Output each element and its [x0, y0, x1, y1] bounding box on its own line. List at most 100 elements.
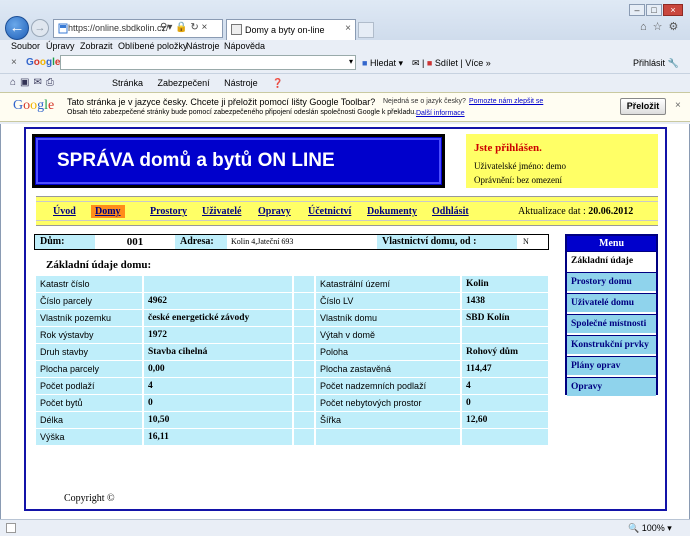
ownership-label: Vlastnictví domu, od :: [377, 235, 517, 249]
side-item-spaces[interactable]: Prostory domu: [567, 272, 656, 291]
close-icon[interactable]: ×: [675, 100, 681, 111]
command-icons[interactable]: ⌂▣✉⎙: [10, 77, 58, 88]
maximize-button[interactable]: □: [646, 4, 662, 16]
translate-button[interactable]: Přeložit: [620, 98, 666, 115]
page-status-icon: [6, 523, 16, 533]
site-title: SPRÁVA domů a bytů ON LINE: [57, 150, 335, 171]
side-item-basic-info[interactable]: Základní údaje: [567, 251, 656, 270]
signin-button[interactable]: Přihlásit 🔧: [633, 58, 679, 69]
google-tools[interactable]: ✉ | ■ Sdílet | Více »: [412, 58, 491, 69]
address-label: Adresa:: [175, 235, 227, 249]
label-cell: Počet nadzemních podlaží: [316, 378, 460, 394]
spacer-cell: [294, 412, 314, 428]
window-controls: – □ ×: [628, 4, 683, 16]
new-tab-button[interactable]: [358, 22, 374, 38]
menu-view[interactable]: Zobrazit: [80, 41, 113, 51]
zoom-level[interactable]: 🔍 100% ▾: [628, 523, 672, 534]
label-cell: Číslo LV: [316, 293, 460, 309]
gear-icon[interactable]: ⚙: [669, 21, 685, 33]
table-row: Počet podlaží 4 Počet nadzemních podlaží 4: [36, 378, 548, 394]
help-improve-link[interactable]: Pomozte nám zlepšit se: [469, 98, 543, 105]
print-icon[interactable]: ⎙: [46, 77, 58, 88]
nav-documents[interactable]: Dokumenty: [367, 206, 417, 217]
home-icon[interactable]: ⌂: [10, 77, 20, 88]
table-row: Počet bytů 0 Počet nebytových prostor 0: [36, 395, 548, 411]
menu-tools-cmd[interactable]: Nástroje: [224, 78, 258, 88]
login-permission: Oprávnění: bez omezení: [474, 175, 562, 185]
menu-help[interactable]: Nápověda: [224, 41, 265, 51]
help-icon[interactable]: ❓: [272, 78, 283, 88]
value-cell: [144, 276, 292, 292]
spacer-cell: [294, 327, 314, 343]
table-row: Číslo parcely 4962 Číslo LV 1438: [36, 293, 548, 309]
address-bar-icons[interactable]: ⚲▾ 🔒 ↻ ×: [160, 22, 207, 33]
tab-title: Domy a byty on-line: [245, 25, 325, 35]
value-cell: české energetické závody: [144, 310, 292, 326]
forward-button[interactable]: →: [31, 19, 49, 37]
browser-tab[interactable]: Domy a byty on-line ×: [226, 19, 356, 40]
google-search-button[interactable]: ■ Hledat ▾: [362, 58, 403, 69]
value-cell: 4962: [144, 293, 292, 309]
ownership-value: N: [523, 237, 529, 246]
close-toolbar-icon[interactable]: ×: [11, 57, 17, 68]
nav-accounting[interactable]: Účetnictví: [308, 206, 351, 217]
mail-icon: ✉: [412, 58, 420, 68]
mail-icon[interactable]: ✉: [34, 77, 46, 88]
chevron-down-icon[interactable]: ▾: [349, 57, 353, 66]
arrow-right-icon: →: [34, 22, 46, 34]
label-cell: Vlastník domu: [316, 310, 460, 326]
menu-file[interactable]: Soubor: [11, 41, 40, 51]
house-info-row: Dům: 001 Adresa: Kolin 4,Jateční 693 Vla…: [34, 234, 549, 250]
close-tab-icon[interactable]: ×: [345, 23, 351, 34]
side-item-common-rooms[interactable]: Společné místnosti: [567, 314, 656, 333]
label-cell: Počet bytů: [36, 395, 142, 411]
label-cell: Výtah v domě: [316, 327, 460, 343]
value-cell: 16,11: [144, 429, 292, 445]
label-cell: Plocha zastavěná: [316, 361, 460, 377]
side-item-repairs[interactable]: Opravy: [567, 377, 656, 396]
feeds-icon[interactable]: ▣: [20, 77, 33, 88]
page-icon: [58, 23, 68, 34]
nav-spaces[interactable]: Prostory: [150, 206, 187, 217]
value-cell: 0: [462, 395, 548, 411]
house-label: Dům:: [35, 235, 95, 249]
label-cell: Poloha: [316, 344, 460, 360]
nav-users[interactable]: Uživatelé: [202, 206, 241, 217]
minimize-button[interactable]: –: [629, 4, 645, 16]
side-item-construction[interactable]: Konstrukční prvky: [567, 335, 656, 354]
menu-security[interactable]: Zabezpečení: [158, 78, 210, 88]
not-czech-link[interactable]: Nejedná se o jazyk česky?: [383, 98, 466, 105]
side-item-repair-plans[interactable]: Plány oprav: [567, 356, 656, 375]
nav-divider: [36, 220, 658, 221]
nav-home[interactable]: Úvod: [53, 206, 76, 217]
google-search-input[interactable]: ▾: [60, 55, 356, 70]
close-window-button[interactable]: ×: [663, 4, 683, 16]
google-logo: Google: [13, 98, 55, 113]
section-heading: Základní údaje domu:: [46, 259, 152, 271]
site-header: SPRÁVA domů a bytů ON LINE: [32, 134, 445, 188]
google-search-label: Hledat: [369, 58, 396, 68]
value-cell: Kolin: [462, 276, 548, 292]
share-label: Sdílet: [434, 58, 458, 68]
share-icon: ■: [426, 58, 433, 68]
home-icon[interactable]: ⌂: [640, 21, 653, 33]
back-button[interactable]: ←: [5, 16, 29, 40]
label-cell: [316, 429, 460, 445]
nav-houses[interactable]: Domy: [91, 205, 125, 218]
side-item-users[interactable]: Uživatelé domu: [567, 293, 656, 312]
nav-logout[interactable]: Odhlásit: [432, 206, 469, 217]
menu-page[interactable]: Stránka: [112, 78, 143, 88]
address-url: https://online.sbdkolin.cz/: [68, 23, 169, 33]
menu-favorites[interactable]: Oblíbené položky: [118, 41, 188, 51]
nav-repairs[interactable]: Opravy: [258, 206, 291, 217]
address-bar[interactable]: https://online.sbdkolin.cz/ ⚲▾ 🔒 ↻ ×: [53, 19, 223, 38]
menu-edit[interactable]: Úpravy: [46, 41, 75, 51]
star-icon[interactable]: ☆: [653, 21, 669, 33]
google-logo: Google: [26, 57, 61, 68]
label-cell: Šířka: [316, 412, 460, 428]
more-info-link[interactable]: Další informace: [416, 110, 465, 117]
table-row: Výška 16,11: [36, 429, 548, 445]
menu-tools[interactable]: Nástroje: [186, 41, 220, 51]
status-bar: 🔍 100% ▾: [0, 519, 690, 536]
browser-chrome: ← → https://online.sbdkolin.cz/ ⚲▾ 🔒 ↻ ×…: [0, 0, 690, 124]
